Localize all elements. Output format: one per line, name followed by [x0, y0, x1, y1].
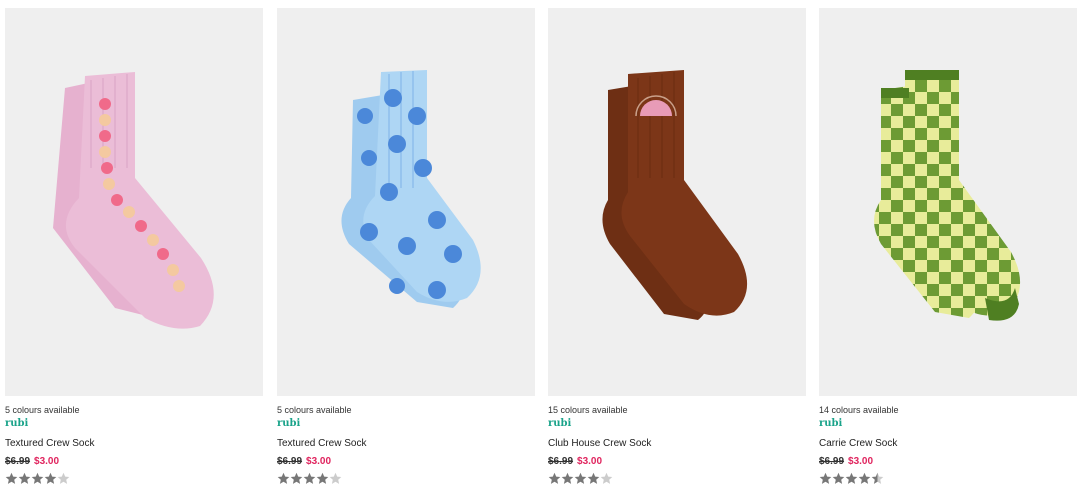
star-filled-icon	[290, 472, 303, 485]
star-rating	[548, 472, 806, 486]
was-price: $6.99	[819, 456, 845, 467]
product-name[interactable]: Textured Crew Sock	[5, 438, 263, 450]
price: $6.99 $3.00	[819, 456, 1077, 468]
star-filled-icon	[18, 472, 31, 485]
product-card[interactable]: 15 colours available rubi Club House Cre…	[548, 8, 806, 486]
star-half-icon	[871, 472, 884, 485]
star-filled-icon	[832, 472, 845, 485]
sale-price: $3.00	[848, 456, 874, 467]
product-image[interactable]	[819, 8, 1077, 396]
star-filled-icon	[819, 472, 832, 485]
product-name[interactable]: Carrie Crew Sock	[819, 438, 1077, 450]
star-filled-icon	[587, 472, 600, 485]
star-filled-icon	[31, 472, 44, 485]
product-image[interactable]	[5, 8, 263, 396]
star-filled-icon	[561, 472, 574, 485]
star-filled-icon	[44, 472, 57, 485]
star-rating	[277, 472, 535, 486]
star-filled-icon	[303, 472, 316, 485]
price: $6.99 $3.00	[5, 456, 263, 468]
product-grid: 5 colours available rubi Textured Crew S…	[0, 0, 1080, 494]
price: $6.99 $3.00	[277, 456, 535, 468]
star-filled-icon	[574, 472, 587, 485]
brand-label: rubi	[548, 418, 572, 429]
was-price: $6.99	[5, 456, 31, 467]
star-filled-icon	[548, 472, 561, 485]
product-card[interactable]: 5 colours available rubi Textured Crew S…	[277, 8, 535, 486]
product-card[interactable]: 5 colours available rubi Textured Crew S…	[5, 8, 263, 486]
colours-available: 5 colours available	[277, 405, 352, 415]
was-price: $6.99	[277, 456, 303, 467]
star-empty-icon	[57, 472, 70, 485]
brand-label: rubi	[277, 418, 301, 429]
star-filled-icon	[845, 472, 858, 485]
product-name[interactable]: Textured Crew Sock	[277, 438, 535, 450]
price: $6.99 $3.00	[548, 456, 806, 468]
star-filled-icon	[5, 472, 18, 485]
sale-price: $3.00	[577, 456, 603, 467]
product-image[interactable]	[548, 8, 806, 396]
star-filled-icon	[858, 472, 871, 485]
star-rating	[819, 472, 1077, 486]
brand-label: rubi	[819, 418, 843, 429]
colours-available: 15 colours available	[548, 405, 628, 415]
was-price: $6.99	[548, 456, 574, 467]
product-image[interactable]	[277, 8, 535, 396]
star-empty-icon	[329, 472, 342, 485]
sale-price: $3.00	[306, 456, 332, 467]
star-empty-icon	[600, 472, 613, 485]
product-card[interactable]: 14 colours available rubi Carrie Crew So…	[819, 8, 1077, 486]
colours-available: 14 colours available	[819, 405, 899, 415]
star-rating	[5, 472, 263, 486]
sale-price: $3.00	[34, 456, 60, 467]
star-filled-icon	[316, 472, 329, 485]
brand-label: rubi	[5, 418, 29, 429]
product-name[interactable]: Club House Crew Sock	[548, 438, 806, 450]
star-filled-icon	[277, 472, 290, 485]
colours-available: 5 colours available	[5, 405, 80, 415]
